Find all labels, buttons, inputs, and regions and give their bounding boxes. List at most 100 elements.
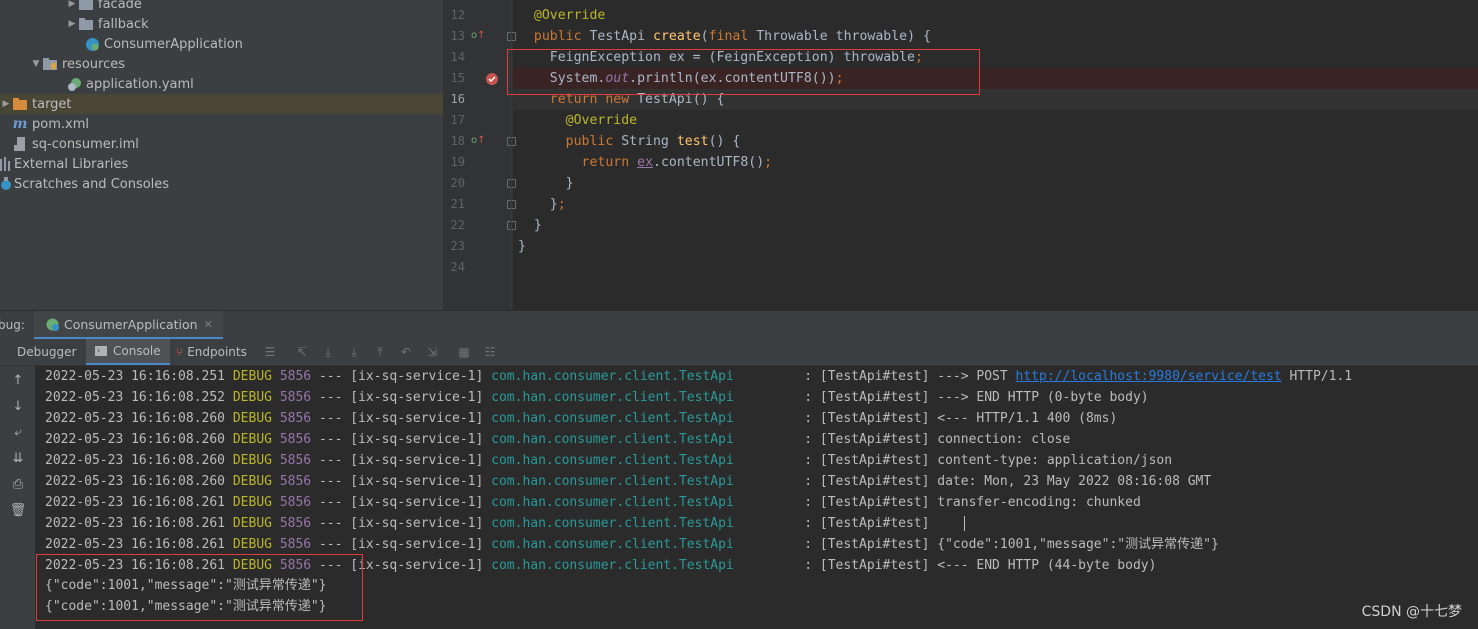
code-line-23: } <box>518 239 526 254</box>
tree-item-external-libraries[interactable]: External Libraries <box>0 154 443 174</box>
line-number: 20 <box>450 176 465 190</box>
log-message: : [TestApi#test] <--- END HTTP (44-byte … <box>733 558 1157 573</box>
tree-item-label: application.yaml <box>86 76 194 92</box>
maven-icon: m <box>12 116 28 132</box>
tree-item-pom-xml[interactable]: m pom.xml <box>0 114 443 134</box>
tree-item-label: External Libraries <box>14 156 129 172</box>
override-marker-icon[interactable]: o↑ <box>471 30 486 41</box>
log-message-suffix: HTTP/1.1 <box>1281 369 1353 384</box>
trace-icon[interactable]: ☷ <box>482 344 498 360</box>
console-side-toolbar: ↑ ↓ ⤶ ⇊ ⎙ 🗑 <box>0 366 35 629</box>
log-timestamp: 2022-05-23 16:16:08.252 <box>45 390 233 405</box>
session-tab-label: ConsumerApplication <box>64 316 198 332</box>
tree-item-fallback[interactable]: ▶ fallback <box>0 14 443 34</box>
tree-item-scratches[interactable]: Scratches and Consoles <box>0 174 443 194</box>
log-timestamp: 2022-05-23 16:16:08.260 <box>45 432 233 447</box>
text-cursor <box>964 516 965 531</box>
override-marker-icon[interactable]: o↑ <box>471 135 486 146</box>
highlight-box <box>36 554 363 621</box>
expand-arrow-icon[interactable]: ▶ <box>66 19 78 29</box>
log-url-link[interactable]: http://localhost:9980/service/test <box>1016 369 1282 384</box>
log-message: : [TestApi#test] {"code":1001,"message":… <box>733 537 1219 552</box>
debug-session-tab[interactable]: ConsumerApplication ✕ <box>34 311 223 340</box>
log-message: : [TestApi#test] <--- HTTP/1.1 400 (8ms) <box>733 411 1118 426</box>
expand-arrow-icon[interactable]: ▶ <box>66 0 78 9</box>
console-output[interactable]: 2022-05-23 16:16:08.251 DEBUG 5856 --- [… <box>35 366 1478 629</box>
code-line-21: }; <box>518 197 566 212</box>
tree-item-resources[interactable]: ▼ resources <box>0 54 443 74</box>
line-number: 18 <box>450 134 465 148</box>
step-into-icon[interactable]: ⤓ <box>346 344 362 360</box>
expand-arrow-icon[interactable]: ▶ <box>0 99 12 109</box>
menu-icon[interactable]: ☰ <box>262 344 278 360</box>
log-message: : [TestApi#test] ---> END HTTP (0-byte b… <box>733 390 1149 405</box>
step-out-icon[interactable]: ⤒ <box>372 344 388 360</box>
line-number: 22 <box>450 218 465 232</box>
log-pid: 5856 <box>279 453 312 468</box>
code-line-20: } <box>518 176 574 191</box>
log-level: DEBUG <box>232 411 280 426</box>
console-log-line: 2022-05-23 16:16:08.251 DEBUG 5856 --- [… <box>45 366 1352 387</box>
spring-run-icon <box>44 316 60 332</box>
log-thread: --- [ix-sq-service-1] <box>311 369 492 384</box>
line-number: 21 <box>450 197 465 211</box>
tab-endpoints[interactable]: ⑂ Endpoints <box>170 339 253 365</box>
log-thread: --- [ix-sq-service-1] <box>311 453 492 468</box>
arrow-up-icon[interactable]: ↑ <box>9 372 27 390</box>
log-level: DEBUG <box>232 537 280 552</box>
log-logger: com.han.consumer.client.TestApi <box>491 432 734 447</box>
debug-label: bug: <box>0 318 25 332</box>
tab-label: Endpoints <box>187 345 247 359</box>
soft-wrap-icon[interactable]: ⤶ <box>9 424 27 442</box>
tree-item-application-yaml[interactable]: application.yaml <box>0 74 443 94</box>
run-to-cursor-icon[interactable]: ⇲ <box>424 344 440 360</box>
line-number: 12 <box>450 8 465 22</box>
spring-class-icon <box>84 36 100 52</box>
tree-item-label: resources <box>62 56 126 72</box>
tree-item-facade[interactable]: ▶ facade <box>0 0 443 14</box>
tab-label: Debugger <box>17 345 77 359</box>
code-line-12: @Override <box>533 8 606 23</box>
line-number: 23 <box>450 239 465 253</box>
tree-item-consumerapplication[interactable]: ConsumerApplication <box>0 34 443 54</box>
evaluate-expression-icon[interactable]: ▦ <box>456 344 472 360</box>
step-over-icon[interactable]: ⤓ <box>320 344 336 360</box>
log-level: DEBUG <box>232 432 280 447</box>
print-icon[interactable]: ⎙ <box>9 476 27 494</box>
close-icon[interactable]: ✕ <box>204 318 213 331</box>
tree-item-label: ConsumerApplication <box>104 36 243 52</box>
breakpoint-icon[interactable] <box>485 71 499 90</box>
log-level: DEBUG <box>232 474 280 489</box>
debug-tabs: Debugger › Console ⑂ Endpoints ☰ ↸ ⤓ ⤓ ⤒… <box>0 339 1478 366</box>
log-timestamp: 2022-05-23 16:16:08.260 <box>45 474 233 489</box>
log-pid: 5856 <box>279 369 312 384</box>
line-number: 16 <box>450 92 465 106</box>
scroll-to-end-icon[interactable]: ⇊ <box>9 450 27 468</box>
log-logger: com.han.consumer.client.TestApi <box>491 537 734 552</box>
log-message: : [TestApi#test] transfer-encoding: chun… <box>733 495 1141 510</box>
gutter-divider <box>511 0 512 310</box>
log-timestamp: 2022-05-23 16:16:08.251 <box>45 369 233 384</box>
collapse-arrow-icon[interactable]: ▼ <box>30 59 42 69</box>
folder-icon <box>78 16 94 32</box>
tree-item-sq-consumer-iml[interactable]: sq-consumer.iml <box>0 134 443 154</box>
log-pid: 5856 <box>279 432 312 447</box>
code-editor[interactable]: 12 13 14 15 16 17 18 19 20 21 22 23 24 o… <box>443 0 1478 310</box>
tab-debugger[interactable]: Debugger <box>8 339 85 365</box>
trash-icon[interactable]: 🗑 <box>9 502 27 520</box>
tree-item-target[interactable]: ▶ target <box>0 94 443 114</box>
show-execution-point-icon[interactable]: ↸ <box>294 344 310 360</box>
folder-icon <box>78 0 94 12</box>
log-logger: com.han.consumer.client.TestApi <box>491 411 734 426</box>
log-logger: com.han.consumer.client.TestApi <box>491 516 734 531</box>
arrow-down-icon[interactable]: ↓ <box>9 398 27 416</box>
log-message: : [TestApi#test] date: Mon, 23 May 2022 … <box>733 474 1212 489</box>
log-timestamp: 2022-05-23 16:16:08.261 <box>45 495 233 510</box>
drop-frame-icon[interactable]: ↶ <box>398 344 414 360</box>
log-logger: com.han.consumer.client.TestApi <box>491 369 734 384</box>
tab-console[interactable]: › Console <box>86 339 170 365</box>
log-pid: 5856 <box>279 390 312 405</box>
log-message: : [TestApi#test] <box>733 516 938 531</box>
log-level: DEBUG <box>232 453 280 468</box>
iml-file-icon <box>12 136 28 152</box>
